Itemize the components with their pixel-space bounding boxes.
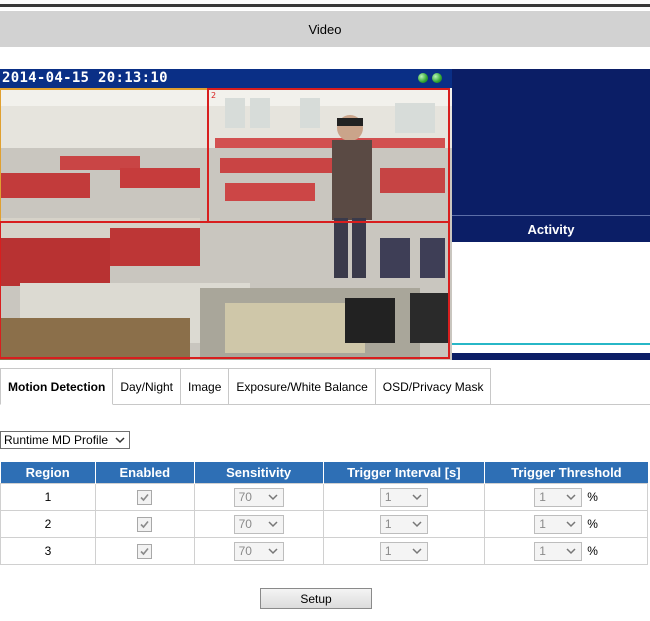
- table-row: 2 70 1 1 %: [0, 510, 648, 538]
- column-header-trigger-interval: Trigger Interval [s]: [323, 462, 486, 484]
- video-title-bar: 2014-04-15 20:13:10: [0, 69, 452, 88]
- interval-value: 1: [384, 490, 392, 504]
- sensitivity-value: 70: [238, 544, 252, 558]
- tab-label: Motion Detection: [8, 379, 106, 394]
- status-led-icon: [418, 73, 428, 83]
- camera-frame: 2: [0, 88, 452, 360]
- top-border-line: [0, 4, 650, 7]
- sensitivity-value: 70: [238, 517, 252, 531]
- enabled-checkbox[interactable]: [137, 543, 153, 559]
- settings-tabs: Motion Detection Day/Night Image Exposur…: [0, 368, 492, 405]
- sensitivity-select[interactable]: 70: [233, 541, 284, 561]
- region-number: 2: [0, 510, 96, 538]
- chevron-down-icon: [412, 494, 422, 501]
- motion-regions-table: Region Enabled Sensitivity Trigger Inter…: [0, 462, 648, 565]
- enabled-checkbox[interactable]: [137, 516, 153, 532]
- md-profile-value: Runtime MD Profile: [4, 433, 109, 447]
- threshold-value: 1: [539, 490, 546, 504]
- chevron-down-icon: [268, 548, 278, 555]
- table-row: 3 70 1 1 %: [0, 537, 648, 565]
- svg-text:2: 2: [211, 91, 216, 100]
- trigger-threshold-select[interactable]: 1: [534, 487, 583, 507]
- table-row: 1 70 1 1 %: [0, 483, 648, 511]
- md-profile-select[interactable]: Runtime MD Profile: [0, 431, 131, 449]
- table-header-row: Region Enabled Sensitivity Trigger Inter…: [0, 462, 648, 484]
- sensitivity-select[interactable]: 70: [233, 514, 284, 534]
- chevron-down-icon: [412, 548, 422, 555]
- enabled-cell: [94, 483, 195, 511]
- tab-label: Day/Night: [120, 379, 174, 394]
- threshold-value: 1: [539, 517, 546, 531]
- threshold-unit: %: [587, 517, 598, 531]
- threshold-unit: %: [587, 544, 598, 558]
- sensitivity-cell: 70: [193, 510, 324, 538]
- threshold-cell: 1 %: [484, 537, 648, 565]
- tab-image[interactable]: Image: [181, 368, 230, 405]
- threshold-unit: %: [587, 490, 598, 504]
- setup-button[interactable]: Setup: [260, 588, 372, 609]
- tab-osd-privacy-mask[interactable]: OSD/Privacy Mask: [375, 368, 492, 405]
- column-header-enabled: Enabled: [95, 462, 195, 484]
- interval-cell: 1: [322, 483, 486, 511]
- checkmark-icon: [140, 493, 149, 501]
- interval-value: 1: [384, 517, 392, 531]
- activity-level-line: [452, 343, 650, 345]
- sensitivity-cell: 70: [193, 537, 324, 565]
- checkmark-icon: [140, 547, 149, 555]
- activity-graph-top: [452, 69, 650, 215]
- trigger-interval-select[interactable]: 1: [379, 541, 428, 561]
- sensitivity-value: 70: [238, 490, 252, 504]
- sensitivity-select[interactable]: 70: [233, 487, 284, 507]
- setup-button-label: Setup: [300, 591, 332, 606]
- column-header-region: Region: [0, 462, 96, 484]
- tab-day-night[interactable]: Day/Night: [113, 368, 182, 405]
- activity-title: Activity: [452, 215, 650, 242]
- threshold-cell: 1 %: [484, 483, 648, 511]
- tab-label: Image: [188, 379, 222, 394]
- interval-cell: 1: [322, 510, 486, 538]
- threshold-value: 1: [539, 544, 546, 558]
- region-number: 3: [0, 537, 96, 565]
- tab-exposure-white-balance[interactable]: Exposure/White Balance: [229, 368, 376, 405]
- enabled-cell: [94, 510, 195, 538]
- trigger-threshold-select[interactable]: 1: [534, 541, 583, 561]
- chevron-down-icon: [412, 521, 422, 528]
- interval-cell: 1: [322, 537, 486, 565]
- video-timestamp: 2014-04-15 20:13:10: [2, 70, 168, 86]
- chevron-down-icon: [566, 521, 576, 528]
- chevron-down-icon: [566, 494, 576, 501]
- enabled-cell: [94, 537, 195, 565]
- page-header: Video: [0, 11, 650, 47]
- activity-panel: Activity: [452, 69, 650, 360]
- chevron-down-icon: [268, 521, 278, 528]
- tab-label: Exposure/White Balance: [236, 379, 368, 394]
- column-header-sensitivity: Sensitivity: [194, 462, 324, 484]
- sensitivity-cell: 70: [193, 483, 324, 511]
- chevron-down-icon: [115, 437, 125, 444]
- video-preview[interactable]: 2014-04-15 20:13:10 2: [0, 69, 452, 360]
- status-led-icon: [432, 73, 442, 83]
- page-title: Video: [308, 21, 342, 37]
- interval-value: 1: [384, 544, 392, 558]
- trigger-interval-select[interactable]: 1: [379, 514, 428, 534]
- tab-label: OSD/Privacy Mask: [382, 379, 484, 394]
- checkmark-icon: [140, 520, 149, 528]
- column-header-trigger-threshold: Trigger Threshold: [484, 462, 648, 484]
- threshold-cell: 1 %: [484, 510, 648, 538]
- chevron-down-icon: [268, 494, 278, 501]
- activity-graph-bottom: [452, 353, 650, 360]
- chevron-down-icon: [566, 548, 576, 555]
- enabled-checkbox[interactable]: [137, 489, 153, 505]
- trigger-interval-select[interactable]: 1: [379, 487, 428, 507]
- region-number: 1: [0, 483, 96, 511]
- trigger-threshold-select[interactable]: 1: [534, 514, 583, 534]
- tab-motion-detection[interactable]: Motion Detection: [0, 368, 114, 405]
